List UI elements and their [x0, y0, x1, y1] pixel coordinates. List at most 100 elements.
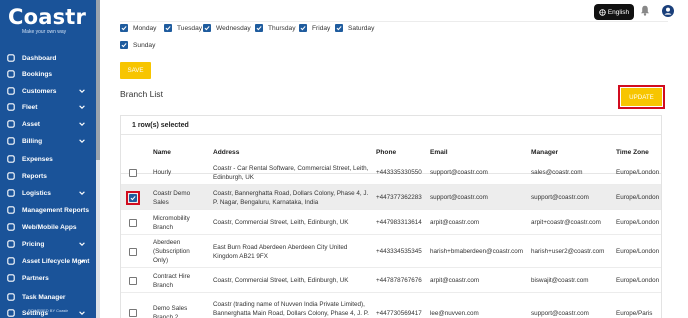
branch-name-line: Coastr Demo	[153, 190, 191, 197]
column-manager: Manager	[531, 149, 559, 156]
branch-email: arpit@coastr.com	[430, 277, 480, 284]
table-row[interactable]: Contract Hire Branch Coastr, Commercial St…	[121, 268, 661, 293]
row-checkbox[interactable]	[129, 248, 137, 256]
chevron-down-icon	[79, 89, 85, 93]
day-thursday[interactable]: Thursday	[255, 24, 296, 32]
billing-icon	[6, 136, 16, 146]
sidebar-item-reports[interactable]: Reports	[0, 168, 96, 184]
branch-table: 1 row(s) selected Name Address Phone Ema…	[120, 115, 662, 318]
reports-icon	[6, 171, 16, 181]
day-saturday[interactable]: Saturday	[335, 24, 374, 32]
sidebar-item-expenses[interactable]: Expenses	[0, 151, 96, 167]
address-line: Coastr - Car Rental Software, Commercial…	[213, 165, 369, 172]
sidebar-item-label: Fleet	[22, 103, 38, 111]
sidebar-item-web-mobile-apps[interactable]: Web/Mobile Apps	[0, 219, 96, 235]
branch-phone: +447377362283	[376, 194, 422, 201]
logistics-icon	[6, 188, 16, 198]
sidebar-item-management-reports[interactable]: Management Reports	[0, 202, 96, 218]
day-checkbox[interactable]	[299, 24, 307, 32]
day-checkbox[interactable]	[120, 41, 128, 49]
sidebar-item-bookings[interactable]: Bookings	[0, 66, 96, 82]
app-root: Coastr Make your own way Dashboard Bookin…	[0, 0, 688, 318]
branch-name: Contract Hire Branch	[153, 272, 209, 290]
branch-name-line: (Subscription	[153, 248, 190, 255]
column-email: Email	[430, 149, 448, 156]
car-icon	[6, 102, 16, 112]
row-checkbox[interactable]	[129, 219, 137, 227]
table-row[interactable]: Coastr Demo Sales Coastr, Bannerghatta Roa…	[121, 185, 661, 210]
day-checkbox[interactable]	[164, 24, 172, 32]
chevron-down-icon	[79, 122, 85, 126]
address-line: Edinburgh, UK	[213, 174, 254, 181]
sidebar-item-label: Pricing	[22, 240, 45, 248]
branch-name-line: Branch	[153, 282, 173, 289]
bell-icon[interactable]	[640, 5, 650, 16]
day-wednesday[interactable]: Wednesday	[203, 24, 251, 32]
branch-timezone: Europe/London	[616, 219, 660, 226]
update-button[interactable]: UPDATE	[621, 88, 662, 106]
day-checkbox[interactable]	[335, 24, 343, 32]
language-label: English	[607, 8, 630, 16]
save-button[interactable]: SAVE	[120, 62, 151, 79]
address-line: Coastr, Bannerghatta Road, Dollars Colon…	[213, 190, 369, 197]
day-friday[interactable]: Friday	[299, 24, 330, 32]
sidebar-item-label: Management Reports	[22, 206, 90, 214]
branch-name-line: Branch 2	[153, 314, 179, 318]
day-label: Thursday	[268, 24, 296, 32]
partners-icon	[6, 273, 16, 283]
branch-name-line: Micromobility	[153, 215, 190, 222]
chevron-down-icon	[79, 259, 85, 263]
sidebar-item-label: Expenses	[22, 155, 53, 163]
branch-phone: +447730569417	[376, 310, 422, 317]
customers-icon	[6, 86, 16, 96]
sidebar-item-pricing[interactable]: Pricing	[0, 236, 96, 252]
table-row[interactable]: Demo Sales Branch 2 Coastr (trading name o…	[121, 293, 661, 318]
branch-name-line: Sales	[153, 199, 169, 206]
language-button[interactable]: English	[594, 4, 634, 20]
sidebar-item-label: Reports	[22, 172, 47, 180]
sidebar-item-task-manager[interactable]: Task Manager	[0, 289, 96, 305]
day-checkbox[interactable]	[255, 24, 263, 32]
day-monday[interactable]: Monday	[120, 24, 156, 32]
row-checkbox[interactable]	[129, 277, 137, 285]
management-reports-icon	[6, 205, 16, 215]
table-row[interactable]: Aberdeen (Subscription Only) East Burn Road…	[121, 235, 661, 268]
sidebar-item-asset-lifecycle-mgmt[interactable]: Asset Lifecycle Mgmt	[0, 253, 96, 269]
sidebar-item-logistics[interactable]: Logistics	[0, 185, 96, 201]
logo-wordmark: Coastr	[8, 5, 87, 29]
sidebar-item-fleet[interactable]: Fleet	[0, 99, 96, 115]
day-sunday[interactable]: Sunday	[120, 41, 155, 49]
day-tuesday[interactable]: Tuesday	[164, 24, 202, 32]
sidebar-item-label: Web/Mobile Apps	[22, 223, 77, 231]
sidebar-scroll-thumb[interactable]	[96, 0, 100, 160]
expenses-icon	[6, 154, 16, 164]
branch-address: Coastr, Bannerghatta Road, Dollars Colon…	[213, 189, 373, 207]
day-checkbox[interactable]	[203, 24, 211, 32]
branch-phone: +443334535345	[376, 248, 422, 255]
user-avatar-icon[interactable]	[662, 5, 674, 17]
sidebar-item-customers[interactable]: Customers	[0, 83, 96, 99]
lifecycle-icon	[6, 256, 16, 266]
sidebar-item-label: Customers	[22, 87, 57, 95]
branch-email: support@coastr.com	[430, 194, 488, 201]
branch-manager: arpit+coastr@coastr.com	[531, 219, 601, 226]
chevron-down-icon	[79, 311, 85, 315]
sidebar-item-label: Asset	[22, 120, 40, 128]
row-checkbox[interactable]	[129, 194, 137, 202]
row-checkbox[interactable]	[129, 309, 137, 317]
sidebar-item-partners[interactable]: Partners	[0, 270, 96, 286]
sidebar-item-billing[interactable]: Billing	[0, 133, 96, 149]
logo[interactable]: Coastr Make your own way	[0, 0, 100, 46]
branch-timezone: Europe/London	[616, 169, 660, 176]
globe-icon	[599, 8, 606, 16]
sidebar-item-dashboard[interactable]: Dashboard	[0, 50, 96, 66]
table-row[interactable]: Micromobility Branch Coastr, Commercial St…	[121, 210, 661, 235]
pricing-icon	[6, 239, 16, 249]
day-checkbox[interactable]	[120, 24, 128, 32]
day-label: Wednesday	[216, 24, 251, 32]
sidebar-item-asset[interactable]: Asset	[0, 116, 96, 132]
branch-name: Demo Sales Branch 2	[153, 304, 209, 318]
table-row[interactable]: Hourly Coastr - Car Rental Software, Comm…	[121, 160, 661, 185]
row-checkbox[interactable]	[129, 169, 137, 177]
sidebar-item-label: Logistics	[22, 189, 51, 197]
